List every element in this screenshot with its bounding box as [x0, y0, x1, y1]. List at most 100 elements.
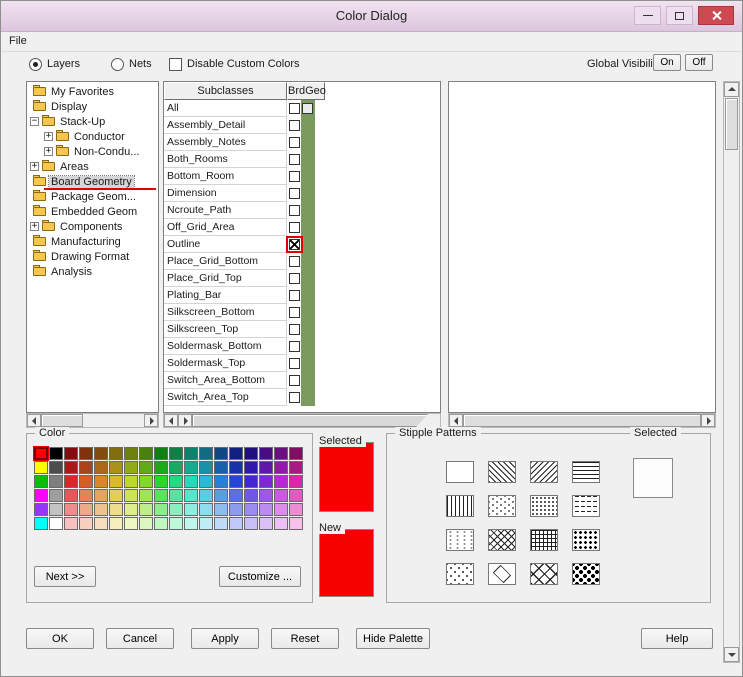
- color-swatch[interactable]: [184, 447, 198, 460]
- color-swatch[interactable]: [64, 447, 78, 460]
- color-swatch[interactable]: [79, 489, 93, 502]
- plus-expand-icon[interactable]: +: [30, 222, 39, 231]
- color-swatch[interactable]: [49, 489, 63, 502]
- color-swatch[interactable]: [64, 475, 78, 488]
- visibility-checkbox[interactable]: [289, 171, 300, 182]
- visibility-checkbox[interactable]: [289, 137, 300, 148]
- color-swatch[interactable]: [199, 517, 213, 530]
- tree-item-analysis[interactable]: Analysis: [27, 264, 158, 279]
- stipple-diag-left[interactable]: [488, 461, 516, 483]
- color-swatch[interactable]: [169, 489, 183, 502]
- tree-item-components[interactable]: + Components: [27, 219, 158, 234]
- visibility-checkbox[interactable]: [289, 205, 300, 216]
- scrollbar-track[interactable]: [428, 414, 440, 427]
- color-swatch[interactable]: [94, 475, 108, 488]
- color-swatch[interactable]: [169, 475, 183, 488]
- maximize-button[interactable]: [666, 6, 693, 25]
- color-swatch[interactable]: [169, 503, 183, 516]
- next-button[interactable]: Next >>: [34, 566, 96, 587]
- color-swatch[interactable]: [49, 447, 63, 460]
- color-swatch[interactable]: [79, 517, 93, 530]
- tree-item-non-condu[interactable]: + Non-Condu...: [27, 144, 158, 159]
- visibility-checkbox[interactable]: [289, 375, 300, 386]
- menu-file[interactable]: File: [2, 32, 34, 51]
- visibility-checkbox[interactable]: [289, 222, 300, 233]
- color-swatch[interactable]: [214, 503, 228, 516]
- color-swatch[interactable]: [244, 461, 258, 474]
- color-swatch[interactable]: [139, 517, 153, 530]
- color-swatch[interactable]: [184, 517, 198, 530]
- color-swatch[interactable]: [199, 503, 213, 516]
- color-swatch[interactable]: [124, 461, 138, 474]
- color-swatch[interactable]: [49, 475, 63, 488]
- stipple-grid[interactable]: [530, 529, 558, 551]
- color-swatch[interactable]: [33, 446, 49, 461]
- stipple-diamond[interactable]: [488, 563, 516, 585]
- stipple-dot-columns[interactable]: [446, 529, 474, 551]
- color-swatch[interactable]: [289, 517, 303, 530]
- tree-hscrollbar[interactable]: [26, 413, 159, 428]
- color-swatch[interactable]: [244, 503, 258, 516]
- tree-item-board-geometry[interactable]: Board Geometry: [27, 174, 158, 190]
- stipple-dash-dots[interactable]: [488, 495, 516, 517]
- color-swatch[interactable]: [274, 503, 288, 516]
- color-swatch[interactable]: [199, 489, 213, 502]
- tree-item-conductor[interactable]: + Conductor: [27, 129, 158, 144]
- color-swatch[interactable]: [199, 475, 213, 488]
- stipple-vlines[interactable]: [446, 495, 474, 517]
- color-swatch[interactable]: [274, 447, 288, 460]
- color-swatch[interactable]: [274, 475, 288, 488]
- help-button[interactable]: Help: [641, 628, 713, 649]
- color-swatch[interactable]: [64, 489, 78, 502]
- minus-expand-icon[interactable]: −: [30, 117, 39, 126]
- minimize-button[interactable]: [634, 6, 661, 25]
- color-swatch[interactable]: [244, 475, 258, 488]
- color-swatch[interactable]: [79, 447, 93, 460]
- color-swatch[interactable]: [64, 517, 78, 530]
- color-swatch[interactable]: [154, 475, 168, 488]
- plus-expand-icon[interactable]: +: [44, 147, 53, 156]
- color-swatch[interactable]: [154, 461, 168, 474]
- visibility-checkbox[interactable]: [289, 358, 300, 369]
- color-swatch[interactable]: [79, 461, 93, 474]
- scrollbar-thumb[interactable]: [463, 414, 701, 427]
- visibility-checkbox[interactable]: [289, 307, 300, 318]
- color-swatch[interactable]: [244, 447, 258, 460]
- scroll-right-button[interactable]: [178, 414, 192, 427]
- close-button[interactable]: [698, 6, 734, 25]
- color-swatch[interactable]: [169, 517, 183, 530]
- ok-button[interactable]: OK: [26, 628, 94, 649]
- color-swatch[interactable]: [259, 461, 273, 474]
- color-swatch[interactable]: [229, 447, 243, 460]
- visibility-checkbox[interactable]: [289, 256, 300, 267]
- scroll-left-button[interactable]: [27, 414, 41, 427]
- color-swatch[interactable]: [139, 447, 153, 460]
- scroll-left-button[interactable]: [449, 414, 463, 427]
- stipple-blank[interactable]: [446, 461, 474, 483]
- tree-item-display[interactable]: Display: [27, 99, 158, 114]
- color-swatch[interactable]: [289, 503, 303, 516]
- color-swatch[interactable]: [109, 447, 123, 460]
- visibility-checkbox[interactable]: [289, 341, 300, 352]
- color-swatch[interactable]: [169, 447, 183, 460]
- color-swatch[interactable]: [79, 503, 93, 516]
- color-swatch[interactable]: [154, 503, 168, 516]
- stipple-dots-heavy[interactable]: [572, 563, 600, 585]
- apply-button[interactable]: Apply: [191, 628, 259, 649]
- color-swatch[interactable]: [109, 489, 123, 502]
- color-swatch[interactable]: [289, 489, 303, 502]
- color-swatch[interactable]: [124, 447, 138, 460]
- color-swatch[interactable]: [244, 489, 258, 502]
- color-swatch[interactable]: [109, 503, 123, 516]
- tree-item-package-geom[interactable]: Package Geom...: [27, 189, 158, 204]
- nets-radio[interactable]: Nets: [111, 56, 152, 72]
- color-swatch[interactable]: [289, 447, 303, 460]
- color-swatch[interactable]: [259, 503, 273, 516]
- visibility-checkbox[interactable]: [289, 188, 300, 199]
- color-swatch[interactable]: [274, 489, 288, 502]
- color-swatch[interactable]: [259, 475, 273, 488]
- visibility-checkbox[interactable]: [289, 103, 300, 114]
- color-swatch[interactable]: [139, 503, 153, 516]
- plus-expand-icon[interactable]: +: [30, 162, 39, 171]
- scrollbar-thumb[interactable]: [41, 414, 83, 427]
